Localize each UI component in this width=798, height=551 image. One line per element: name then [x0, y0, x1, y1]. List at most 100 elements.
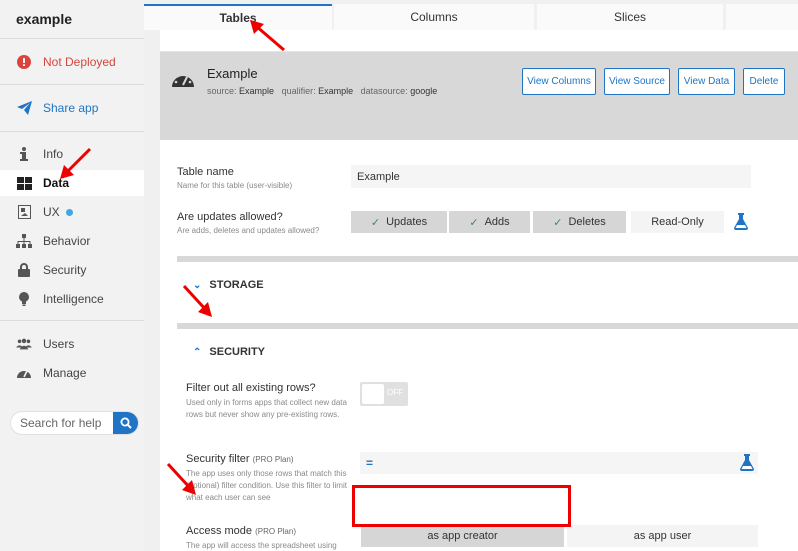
access-mode-label: Access mode (PRO Plan) — [186, 525, 296, 537]
table-header: Example source: Example qualifier: Examp… — [160, 52, 798, 140]
hierarchy-icon — [16, 233, 32, 249]
sidebar-item-label: Security — [43, 263, 87, 277]
app-name: example — [16, 11, 73, 27]
deploy-status-label: Not Deployed — [43, 55, 116, 69]
annotation-arrow — [166, 462, 196, 495]
access-as-app-user[interactable]: as app user — [567, 525, 758, 547]
tab-bar: Tables Columns Slices — [144, 0, 798, 30]
updates-option-label: Updates — [386, 216, 428, 228]
search-icon — [120, 417, 132, 429]
ux-icon — [16, 204, 32, 220]
share-app-item[interactable]: Share app — [0, 95, 144, 121]
updates-allowed-label: Are updates allowed? — [177, 211, 283, 223]
access-mode-title: Access mode — [186, 525, 253, 537]
sidebar-item-behavior[interactable]: Behavior — [0, 228, 144, 254]
storage-section-title: STORAGE — [209, 279, 264, 291]
highlight-box — [352, 485, 571, 527]
security-section-title: SECURITY — [209, 346, 266, 358]
lightbulb-icon — [16, 291, 32, 307]
help-search-input[interactable] — [11, 416, 113, 430]
divider — [0, 38, 144, 39]
check-icon: ✓ — [469, 216, 479, 229]
tab-more[interactable] — [726, 4, 798, 30]
toggle-knob — [362, 384, 384, 404]
sidebar-item-ux[interactable]: UX — [0, 199, 144, 225]
view-columns-button[interactable]: View Columns — [522, 68, 596, 95]
users-icon — [16, 336, 32, 352]
security-filter-plan: (PRO Plan) — [252, 455, 294, 464]
notification-dot — [65, 208, 73, 216]
deploy-status-item[interactable]: Not Deployed — [0, 49, 144, 75]
access-mode-plan: (PRO Plan) — [255, 527, 296, 536]
divider — [0, 84, 144, 85]
deletes-option-label: Deletes — [568, 216, 606, 228]
sidebar-item-security[interactable]: Security — [0, 257, 144, 283]
annotation-arrow — [60, 147, 92, 179]
sidebar-item-label: Users — [43, 337, 75, 351]
table-name-input[interactable]: Example — [351, 165, 751, 188]
dashboard-gauge-icon — [16, 365, 32, 381]
security-filter-input[interactable]: = — [360, 452, 758, 474]
help-search-button[interactable] — [113, 412, 138, 434]
delete-button[interactable]: Delete — [743, 68, 785, 95]
flask-icon[interactable] — [740, 454, 754, 476]
divider — [0, 131, 144, 132]
qualifier-value: Example — [318, 86, 354, 96]
datasource-label: datasource: — [360, 86, 408, 96]
sidebar-item-intelligence[interactable]: Intelligence — [0, 286, 144, 312]
tab-tables[interactable]: Tables — [144, 4, 332, 30]
source-value: Example — [239, 86, 275, 96]
qualifier-label: qualifier: — [281, 86, 316, 96]
security-section-bar — [177, 323, 798, 329]
sidebar-item-label: UX — [43, 205, 60, 219]
access-as-app-creator[interactable]: as app creator — [361, 525, 564, 547]
view-source-button[interactable]: View Source — [604, 68, 670, 95]
datasource-value: google — [410, 86, 438, 96]
info-icon — [16, 146, 32, 162]
source-label: source: — [207, 86, 237, 96]
security-filter-help: The app uses only those rows that match … — [186, 469, 347, 502]
annotation-arrow — [182, 284, 212, 317]
security-filter-label: Security filter (PRO Plan) — [186, 453, 294, 465]
sidebar-item-users[interactable]: Users — [0, 331, 144, 357]
chevron-up-icon: ⌃ — [193, 346, 202, 358]
table-name-label: Table name — [177, 166, 234, 178]
flask-icon[interactable] — [734, 213, 748, 235]
access-mode-help: The app will access the spreadsheet usin… — [186, 541, 337, 550]
check-icon: ✓ — [553, 216, 563, 229]
help-search — [10, 411, 139, 435]
tab-columns[interactable]: Columns — [334, 4, 534, 30]
sidebar-item-manage[interactable]: Manage — [0, 360, 144, 386]
filter-rows-label: Filter out all existing rows? — [186, 382, 316, 394]
divider — [0, 320, 144, 321]
deletes-option[interactable]: ✓ Deletes — [533, 211, 626, 233]
annotation-arrow — [250, 20, 285, 52]
filter-rows-help: Used only in forms apps that collect new… — [186, 398, 347, 419]
table-title: Example — [207, 66, 258, 81]
table-grid-icon — [16, 175, 32, 191]
read-only-option[interactable]: Read-Only — [631, 211, 724, 233]
check-icon: ✓ — [370, 216, 381, 229]
share-app-label: Share app — [43, 101, 99, 115]
toggle-state: OFF — [387, 388, 403, 397]
table-meta: source: Example qualifier: Example datas… — [207, 86, 437, 96]
sidebar-item-label: Behavior — [43, 234, 91, 248]
sidebar-item-label: Intelligence — [43, 292, 104, 306]
adds-option[interactable]: ✓ Adds — [449, 211, 530, 233]
main-panel: Example source: Example qualifier: Examp… — [160, 30, 798, 551]
table-gauge-icon — [171, 70, 195, 93]
tab-slices[interactable]: Slices — [537, 4, 723, 30]
alert-icon — [16, 54, 32, 70]
paper-plane-icon — [16, 100, 32, 116]
table-name-help: Name for this table (user-visible) — [177, 181, 293, 190]
lock-icon — [16, 262, 32, 278]
sidebar: example Not Deployed Share app Info Data… — [0, 0, 144, 551]
security-section-toggle[interactable]: ⌃ SECURITY — [193, 346, 265, 358]
expression-equals-icon: = — [366, 456, 374, 470]
updates-option[interactable]: ✓ Updates — [351, 211, 447, 233]
updates-allowed-help: Are adds, deletes and updates allowed? — [177, 226, 320, 235]
sidebar-item-label: Manage — [43, 366, 87, 380]
view-data-button[interactable]: View Data — [678, 68, 735, 95]
adds-option-label: Adds — [484, 216, 510, 228]
filter-rows-toggle[interactable]: OFF — [360, 382, 408, 406]
